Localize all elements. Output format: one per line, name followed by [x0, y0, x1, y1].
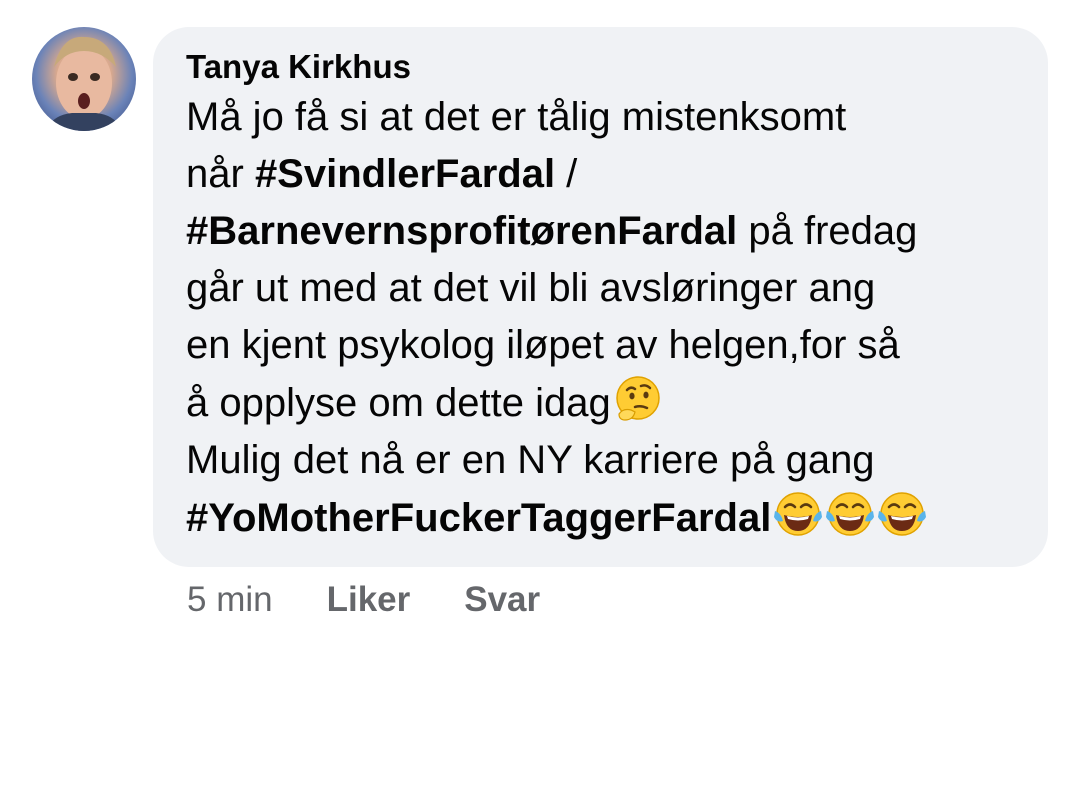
comment-line: når #SvindlerFardal / — [186, 146, 1018, 203]
comment-line: Mulig det nå er en NY karriere på gang — [186, 432, 1018, 489]
comment-line: Må jo få si at det er tålig mistenksomt — [186, 89, 1018, 146]
comment-timestamp[interactable]: 5 min — [187, 580, 273, 620]
tears-of-joy-icon — [773, 489, 823, 539]
comment-text: går ut med at det vil bli avsløringer an… — [186, 266, 876, 310]
comment-line: #BarnevernsprofitørenFardal på fredag — [186, 203, 1018, 260]
comment-line: #YoMotherFuckerTaggerFardal — [186, 489, 1018, 547]
comment-author[interactable]: Tanya Kirkhus — [186, 45, 1018, 89]
comment-text: / — [555, 152, 578, 196]
like-button[interactable]: Liker — [327, 580, 411, 620]
comment-actions: 5 min Liker Svar — [187, 575, 594, 625]
avatar-photo — [46, 36, 122, 131]
tears-of-joy-icon — [825, 489, 875, 539]
comment-text: å opplyse om dette idag — [186, 381, 611, 425]
comment-line: en kjent psykolog iløpet av helgen,for s… — [186, 317, 1018, 374]
comment-line: går ut med at det vil bli avsløringer an… — [186, 260, 1018, 317]
comment-line: å opplyse om dette idag — [186, 374, 1018, 432]
avatar[interactable] — [32, 27, 136, 131]
tears-of-joy-icon — [877, 489, 927, 539]
hashtag-link[interactable]: #BarnevernsprofitørenFardal — [186, 209, 737, 253]
comment-text: Må jo få si at det er tålig mistenksomt — [186, 95, 847, 139]
thinking-face-icon — [613, 374, 663, 424]
comment-text: Mulig det nå er en NY karriere på gang — [186, 438, 875, 482]
hashtag-link[interactable]: #YoMotherFuckerTaggerFardal — [186, 496, 771, 540]
reply-button[interactable]: Svar — [464, 580, 540, 620]
comment-text: en kjent psykolog iløpet av helgen,for s… — [186, 323, 900, 367]
comment-text: når — [186, 152, 255, 196]
comment-bubble: Tanya Kirkhus Må jo få si at det er tåli… — [153, 27, 1048, 567]
comment-body: Må jo få si at det er tålig mistenksomt n… — [186, 89, 1018, 547]
comment-text: på fredag — [737, 209, 918, 253]
hashtag-link[interactable]: #SvindlerFardal — [255, 152, 555, 196]
